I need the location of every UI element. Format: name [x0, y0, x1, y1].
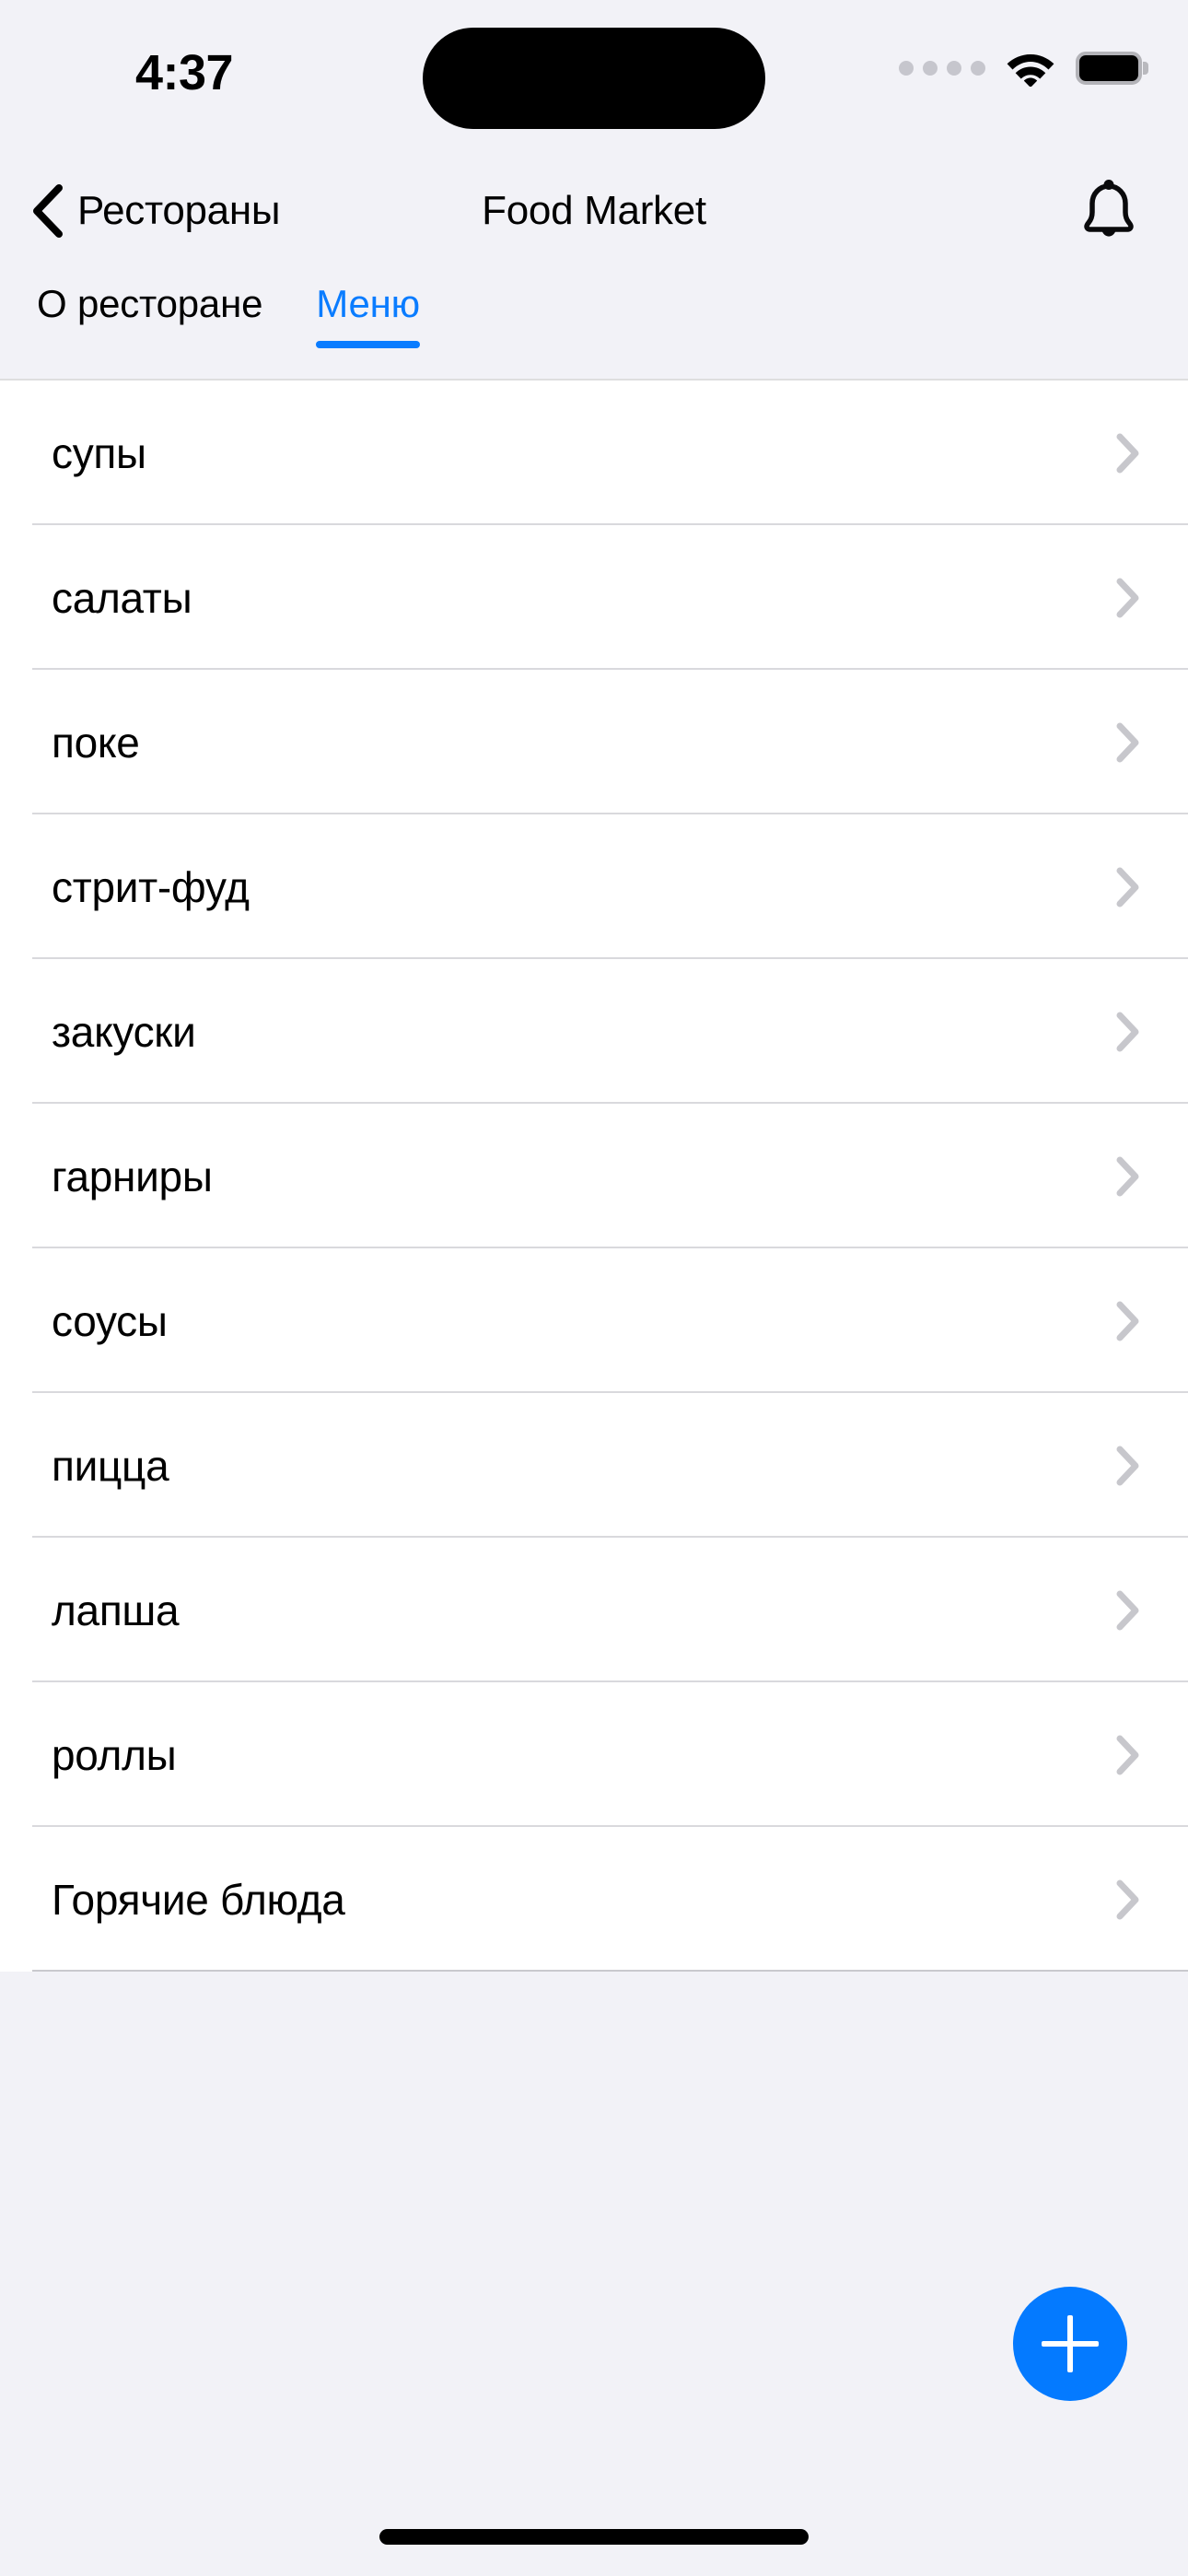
tab-bar: О ресторане Меню [0, 265, 1188, 381]
status-bar-time: 4:37 [134, 45, 234, 100]
list-item[interactable]: поке [0, 670, 1188, 814]
list-item-label: супы [52, 428, 146, 477]
tab-menu[interactable]: Меню [316, 265, 420, 348]
list-item-label: Горячие блюда [52, 1875, 345, 1924]
chevron-right-icon [1116, 578, 1140, 618]
list-item-label: стрит-фуд [52, 862, 250, 911]
list-item-label: гарниры [52, 1152, 213, 1200]
wifi-icon [1006, 50, 1055, 87]
list-item-label: салаты [52, 573, 192, 622]
content-area: супы салаты поке стрит-фуд закуски гарни… [0, 381, 1188, 2576]
chevron-right-icon [1116, 1012, 1140, 1052]
list-item[interactable]: соусы [0, 1248, 1188, 1393]
list-item-label: роллы [52, 1730, 177, 1779]
chevron-left-icon [31, 184, 63, 238]
bell-icon [1080, 178, 1137, 245]
list-item[interactable]: роллы [0, 1682, 1188, 1827]
home-indicator[interactable] [379, 2528, 809, 2545]
app-screen: 4:37 Рестораны Food Market О ресторане М… [0, 0, 1188, 2576]
back-button-label: Рестораны [77, 188, 281, 233]
dynamic-island [423, 28, 765, 129]
chevron-right-icon [1116, 1156, 1140, 1197]
list-item-label: закуски [52, 1007, 196, 1056]
list-item-label: пицца [52, 1441, 169, 1490]
list-item-label: соусы [52, 1296, 168, 1345]
battery-full-icon [1076, 52, 1142, 85]
list-item[interactable]: пицца [0, 1393, 1188, 1538]
list-item[interactable]: лапша [0, 1538, 1188, 1682]
status-bar: 4:37 [0, 0, 1188, 157]
chevron-right-icon [1116, 867, 1140, 907]
cellular-dots-icon [899, 61, 985, 76]
back-button[interactable]: Рестораны [31, 157, 280, 265]
chevron-right-icon [1116, 1879, 1140, 1920]
chevron-right-icon [1116, 433, 1140, 474]
chevron-right-icon [1116, 1590, 1140, 1631]
list-item[interactable]: Горячие блюда [0, 1827, 1188, 1972]
chevron-right-icon [1116, 1735, 1140, 1775]
status-bar-indicators [899, 50, 1142, 87]
home-indicator-area [0, 2497, 1188, 2576]
plus-icon-vertical [1067, 2315, 1073, 2372]
list-item[interactable]: супы [0, 381, 1188, 525]
menu-category-list: супы салаты поке стрит-фуд закуски гарни… [0, 381, 1188, 1972]
chevron-right-icon [1116, 1446, 1140, 1486]
list-item[interactable]: салаты [0, 525, 1188, 670]
list-item-label: поке [52, 718, 140, 767]
list-item[interactable]: гарниры [0, 1104, 1188, 1248]
navigation-bar: Рестораны Food Market [0, 157, 1188, 265]
chevron-right-icon [1116, 722, 1140, 763]
notifications-button[interactable] [1065, 167, 1153, 255]
tab-about-label: О ресторане [37, 282, 263, 325]
add-button[interactable] [1013, 2287, 1127, 2401]
tab-about[interactable]: О ресторане [37, 265, 262, 326]
tab-menu-label: Меню [316, 282, 420, 325]
chevron-right-icon [1116, 1301, 1140, 1341]
list-item[interactable]: закуски [0, 959, 1188, 1104]
list-item-label: лапша [52, 1586, 180, 1634]
tab-menu-underline [316, 341, 420, 348]
list-item[interactable]: стрит-фуд [0, 814, 1188, 959]
